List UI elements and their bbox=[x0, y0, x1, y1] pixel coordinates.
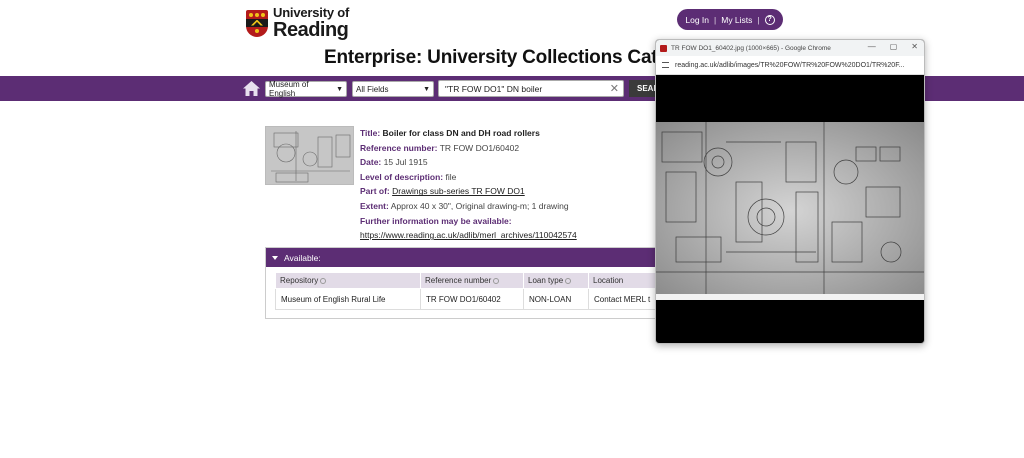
maximize-icon[interactable]: ▢ bbox=[890, 42, 898, 51]
drawing-thumbnail-image bbox=[266, 127, 353, 184]
further-info-link[interactable]: https://www.reading.ac.uk/adlib/merl_arc… bbox=[360, 230, 577, 240]
popup-window-title: TR FOW DO1_60402.jpg (1000×665) - Google… bbox=[671, 44, 831, 52]
availability-table: Repository Reference number Loan type Lo… bbox=[275, 272, 657, 310]
crest-icon bbox=[246, 9, 268, 37]
table-cell: Contact MERL t bbox=[588, 288, 657, 310]
record-extent: Approx 40 x 30", Original drawing-m; 1 d… bbox=[390, 200, 569, 211]
reference-number: TR FOW DO1/60402 bbox=[439, 142, 520, 153]
level-label: Level of description: bbox=[360, 171, 444, 182]
chevron-down-icon: ▼ bbox=[423, 85, 430, 93]
extent-label: Extent: bbox=[360, 200, 389, 211]
column-header[interactable]: Reference number bbox=[420, 272, 524, 289]
search-input[interactable]: "TR FOW DO1" DN boiler ✕ bbox=[438, 80, 624, 97]
user-menu: Log In | My Lists | ? bbox=[677, 9, 783, 30]
part-of-link[interactable]: Drawings sub-series TR FOW DO1 bbox=[392, 186, 525, 196]
availability-panel: Available: Repository Reference number L… bbox=[265, 247, 665, 319]
popup-url: reading.ac.uk/adlib/images/TR%20FOW/TR%2… bbox=[675, 61, 905, 69]
table-row: Museum of English Rural Life TR FOW DO1/… bbox=[275, 288, 657, 310]
refnum-label: Reference number: bbox=[360, 142, 438, 153]
separator: | bbox=[714, 14, 717, 25]
record-title: Boiler for class DN and DH road rollers bbox=[382, 128, 540, 138]
availability-header[interactable]: Available: bbox=[266, 248, 664, 267]
collection-select[interactable]: Museum of English ▼ bbox=[265, 80, 347, 98]
login-link[interactable]: Log In bbox=[685, 15, 709, 25]
table-cell: NON-LOAN bbox=[523, 288, 589, 310]
clear-icon[interactable]: ✕ bbox=[610, 82, 619, 95]
info-icon bbox=[493, 277, 500, 284]
info-icon bbox=[565, 277, 572, 284]
close-icon[interactable]: ✕ bbox=[911, 42, 918, 51]
triangle-down-icon bbox=[272, 255, 278, 260]
university-logo[interactable]: University of Reading bbox=[246, 6, 349, 40]
help-icon[interactable]: ? bbox=[764, 14, 775, 25]
further-info-label: Further information may be available: bbox=[360, 215, 512, 226]
image-popup-window: TR FOW DO1_60402.jpg (1000×665) - Google… bbox=[655, 39, 925, 344]
popup-address-bar[interactable]: reading.ac.uk/adlib/images/TR%20FOW/TR%2… bbox=[656, 56, 924, 75]
page-title: Enterprise: University Collections Cata bbox=[324, 47, 668, 68]
column-header[interactable]: Loan type bbox=[523, 272, 589, 289]
logo-line2: Reading bbox=[273, 19, 349, 41]
field-select[interactable]: All Fields ▼ bbox=[352, 81, 434, 97]
site-settings-icon[interactable] bbox=[662, 62, 669, 68]
table-cell: Museum of English Rural Life bbox=[275, 288, 421, 310]
column-header[interactable]: Repository bbox=[275, 272, 421, 289]
home-icon[interactable] bbox=[243, 81, 260, 96]
minimize-icon[interactable]: — bbox=[868, 42, 876, 51]
separator: | bbox=[757, 14, 760, 25]
record-thumbnail[interactable] bbox=[265, 126, 354, 185]
column-header[interactable]: Location bbox=[588, 272, 657, 289]
chevron-down-icon: ▼ bbox=[336, 85, 343, 93]
table-header-row: Repository Reference number Loan type Lo… bbox=[275, 272, 657, 289]
level-of-description: file bbox=[445, 171, 457, 182]
engineering-drawing-image bbox=[656, 122, 924, 300]
popup-titlebar[interactable]: TR FOW DO1_60402.jpg (1000×665) - Google… bbox=[656, 40, 924, 56]
drawing-image bbox=[656, 122, 924, 300]
table-cell: TR FOW DO1/60402 bbox=[420, 288, 524, 310]
date-label: Date: bbox=[360, 157, 382, 168]
partof-label: Part of: bbox=[360, 186, 390, 197]
favicon-icon bbox=[660, 44, 667, 52]
logo-line1: University of bbox=[273, 5, 350, 20]
my-lists-link[interactable]: My Lists bbox=[721, 15, 752, 25]
title-label: Title: bbox=[360, 128, 381, 138]
record-details: Title: Boiler for class DN and DH road r… bbox=[360, 126, 577, 243]
info-icon bbox=[320, 277, 327, 284]
record-date: 15 Jul 1915 bbox=[383, 157, 428, 168]
